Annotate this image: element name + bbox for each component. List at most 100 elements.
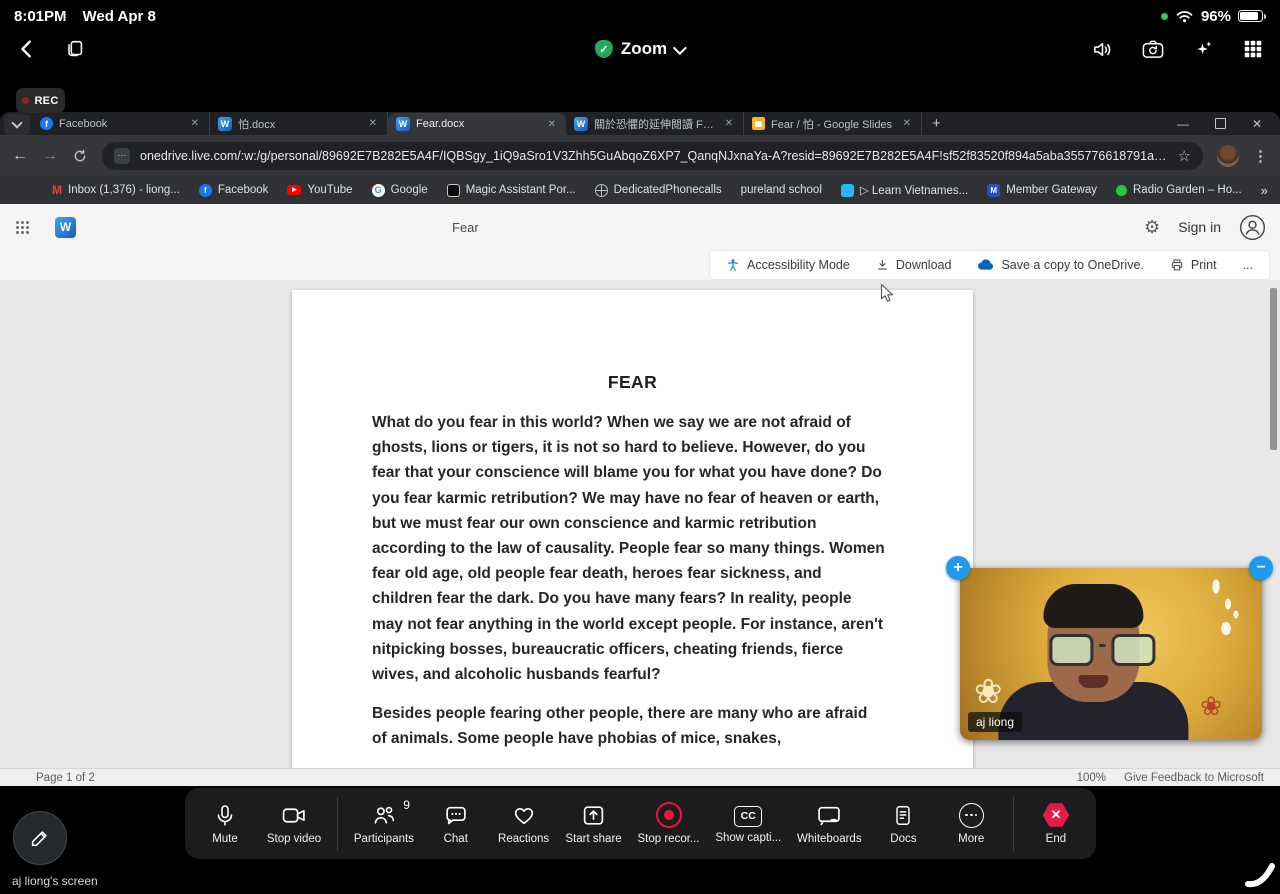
bookmark-radio-garden[interactable]: Radio Garden – Ho... xyxy=(1116,184,1242,196)
settings-gear-icon[interactable]: ⚙ xyxy=(1144,217,1160,238)
participant-name-label: aj liong xyxy=(968,712,1022,732)
tab-google-slides[interactable]: Fear / 怕 - Google Slides ✕ xyxy=(744,112,922,135)
bookmark-pureland-school[interactable]: pureland school xyxy=(741,184,822,196)
bookmark-google[interactable]: GGoogle xyxy=(372,184,428,197)
participants-button[interactable]: 9 Participants xyxy=(354,803,414,845)
close-tab-icon[interactable]: ✕ xyxy=(901,118,913,129)
end-call-icon: ✕ xyxy=(1042,803,1069,828)
sparkles-icon[interactable] xyxy=(1192,38,1215,61)
globe-icon xyxy=(595,184,608,197)
video-site-icon xyxy=(841,184,854,197)
close-tab-icon[interactable]: ✕ xyxy=(367,118,379,129)
word-icon: W xyxy=(396,117,410,131)
save-copy-onedrive-button[interactable]: Save a copy to OneDrive. xyxy=(977,258,1143,272)
new-tab-button[interactable]: + xyxy=(922,112,951,135)
tab-strip: f Facebook ✕ W 怕.docx ✕ W Fear.docx ✕ W … xyxy=(0,112,1280,135)
tab-search-button[interactable] xyxy=(4,114,30,135)
whiteboards-button[interactable]: Whiteboards xyxy=(797,803,862,845)
show-captions-button[interactable]: CC Show capti... xyxy=(715,804,781,844)
close-tab-icon[interactable]: ✕ xyxy=(546,119,558,130)
speaker-icon[interactable] xyxy=(1091,38,1114,61)
mute-button[interactable]: Mute xyxy=(199,803,251,845)
browser-menu-icon[interactable]: ⋮ xyxy=(1253,147,1268,165)
window-close-button[interactable]: ✕ xyxy=(1252,117,1262,131)
site-info-icon[interactable]: ⋯ xyxy=(114,148,130,164)
bookmark-facebook[interactable]: fFacebook xyxy=(199,184,269,197)
tab-facebook[interactable]: f Facebook ✕ xyxy=(32,112,210,135)
scrollbar-thumb[interactable] xyxy=(1270,288,1277,450)
page-count[interactable]: Page 1 of 2 xyxy=(36,772,95,784)
back-icon[interactable] xyxy=(16,38,38,60)
date: Wed Apr 8 xyxy=(83,8,156,25)
feedback-link[interactable]: Give Feedback to Microsoft xyxy=(1124,772,1264,784)
docs-button[interactable]: Docs xyxy=(877,803,929,845)
more-button[interactable]: More xyxy=(945,803,997,845)
browser-forward-button[interactable]: → xyxy=(42,147,58,165)
battery-percent: 96% xyxy=(1201,8,1231,25)
minimize-video-button[interactable]: − xyxy=(1249,556,1273,580)
download-button[interactable]: Download xyxy=(876,258,952,272)
accessibility-icon xyxy=(726,258,740,272)
end-meeting-button[interactable]: ✕ End xyxy=(1030,803,1082,845)
window-restore-button[interactable] xyxy=(1215,118,1226,129)
participants-icon xyxy=(371,803,397,828)
shared-screen-label: aj liong's screen xyxy=(12,874,98,888)
bookmark-gmail[interactable]: MInbox (1,376) - liong... xyxy=(52,183,180,197)
bookmark-learn-vietnamese[interactable]: ▷ Learn Vietnames... xyxy=(841,183,968,197)
sign-in-button[interactable]: Sign in xyxy=(1178,219,1221,235)
close-tab-icon[interactable]: ✕ xyxy=(723,118,735,129)
radio-garden-icon xyxy=(1116,185,1127,196)
more-options-button[interactable]: ... xyxy=(1243,258,1253,272)
recording-badge: REC xyxy=(16,88,65,113)
tab-further-reading[interactable]: W 關於恐懼的延伸閱讀 Further Re ✕ xyxy=(566,112,744,135)
accessibility-mode-button[interactable]: Accessibility Mode xyxy=(726,258,850,272)
magic-assistant-icon xyxy=(447,184,460,197)
word-app-icon[interactable]: W xyxy=(55,217,76,238)
zoom-level[interactable]: 100% xyxy=(1077,772,1106,784)
onedrive-cloud-icon xyxy=(977,259,994,271)
glasses xyxy=(1049,634,1155,666)
waffle-menu-icon[interactable] xyxy=(14,219,31,236)
start-share-button[interactable]: Start share xyxy=(565,803,621,845)
close-tab-icon[interactable]: ✕ xyxy=(189,118,201,129)
word-reading-toolbar: Accessibility Mode Download Save a copy … xyxy=(0,250,1280,280)
tab-pa-docx[interactable]: W 怕.docx ✕ xyxy=(210,112,388,135)
annotate-plus-button[interactable]: + xyxy=(946,556,970,580)
corner-arc-decoration xyxy=(1240,852,1280,888)
browser-back-button[interactable]: ← xyxy=(12,147,28,165)
participant-video-tile[interactable]: ❀ ❀ ❀ aj liong xyxy=(960,568,1262,740)
doc-body-text: What do you fear in this world? When we … xyxy=(372,410,886,752)
meeting-title-dropdown[interactable]: ✓ Zoom xyxy=(595,39,685,59)
switch-camera-icon[interactable] xyxy=(1141,38,1165,61)
stop-record-button[interactable]: Stop recor... xyxy=(638,802,700,845)
url-text[interactable]: onedrive.live.com/:w:/g/personal/89692E7… xyxy=(140,149,1168,163)
wifi-icon xyxy=(1175,9,1194,23)
whiteboard-icon xyxy=(816,803,842,828)
annotation-pencil-button[interactable] xyxy=(13,811,67,865)
download-icon xyxy=(876,258,889,272)
address-bar[interactable]: ⋯ onedrive.live.com/:w:/g/personal/89692… xyxy=(102,142,1203,170)
chat-button[interactable]: Chat xyxy=(430,803,482,845)
reactions-button[interactable]: Reactions xyxy=(498,803,550,845)
bookmarks-overflow-button[interactable]: » xyxy=(1261,183,1267,198)
print-button[interactable]: Print xyxy=(1170,258,1217,272)
switch-windows-icon[interactable] xyxy=(64,38,86,60)
chat-bubble-icon xyxy=(443,803,468,828)
bookmark-dedicatedphonecalls[interactable]: DedicatedPhonecalls xyxy=(595,184,722,197)
profile-avatar[interactable] xyxy=(1217,145,1239,167)
bookmark-star-icon[interactable]: ☆ xyxy=(1178,147,1191,165)
reload-icon[interactable] xyxy=(72,148,88,164)
window-minimize-button[interactable]: — xyxy=(1177,117,1189,131)
tab-fear-docx-active[interactable]: W Fear.docx ✕ xyxy=(388,113,566,135)
bookmark-member-gateway[interactable]: MMember Gateway xyxy=(987,184,1097,197)
bookmark-magic-assistant[interactable]: Magic Assistant Por... xyxy=(447,184,576,197)
secure-shield-icon: ✓ xyxy=(595,40,613,58)
browser-toolbar: ← → ⋯ onedrive.live.com/:w:/g/personal/8… xyxy=(0,135,1280,176)
doc-paragraph: What do you fear in this world? When we … xyxy=(372,410,886,687)
account-person-icon[interactable] xyxy=(1239,214,1266,241)
apps-grid-icon[interactable] xyxy=(1242,38,1264,60)
document-page: FEAR What do you fear in this world? Whe… xyxy=(292,290,973,768)
docs-icon xyxy=(892,803,914,828)
stop-video-button[interactable]: Stop video xyxy=(267,803,321,845)
bookmark-youtube[interactable]: YouTube xyxy=(287,184,352,196)
